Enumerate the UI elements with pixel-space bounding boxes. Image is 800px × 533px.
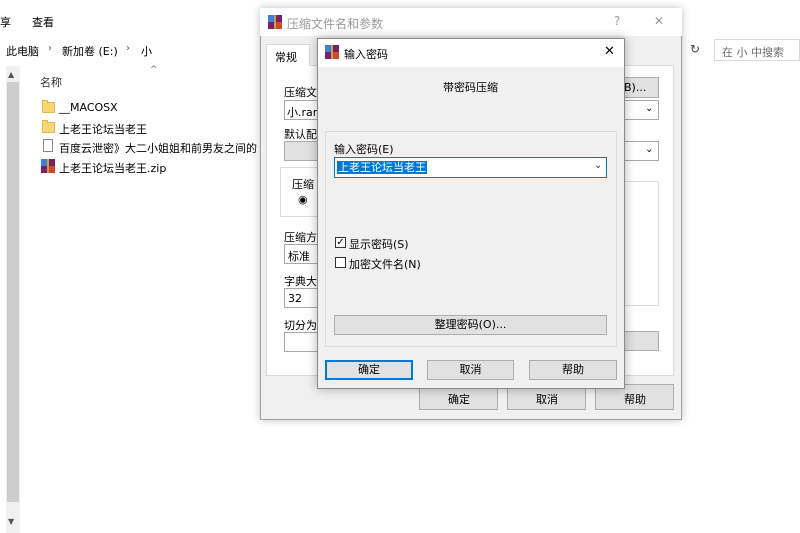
password-close-icon[interactable]: ✕ bbox=[604, 44, 615, 59]
file-name: 百度云泄密》大二小姐姐和前男友之间的 bbox=[59, 142, 257, 155]
password-ok-button[interactable]: 确定 bbox=[325, 360, 413, 380]
password-value: 上老王论坛当老王 bbox=[337, 161, 427, 174]
file-name: 上老王论坛当老王.zip bbox=[59, 162, 167, 175]
list-item[interactable]: __MACOSX bbox=[40, 99, 270, 117]
breadcrumb-chevron-icon: › bbox=[126, 43, 130, 54]
format-groupbox bbox=[280, 167, 318, 217]
file-name: 上老王论坛当老王 bbox=[59, 123, 147, 136]
password-label: 输入密码(E) bbox=[334, 143, 394, 156]
password-heading: 带密码压缩 bbox=[443, 81, 498, 94]
update-mode-dropdown[interactable]: ⌄ bbox=[620, 141, 659, 161]
archive-icon bbox=[41, 159, 55, 173]
scroll-up-icon[interactable]: ▲ bbox=[8, 70, 14, 79]
help-icon[interactable]: ? bbox=[614, 14, 620, 28]
list-item[interactable]: 上老王论坛当老王 bbox=[40, 119, 270, 137]
breadcrumb-drive[interactable]: 新加卷 (E:) bbox=[62, 43, 118, 59]
dictionary-dropdown[interactable]: 32 bbox=[284, 288, 318, 308]
breadcrumb-folder[interactable]: 小 bbox=[141, 43, 152, 59]
chevron-down-icon: ⌄ bbox=[645, 144, 654, 155]
archive-name-value: 小.rar bbox=[287, 106, 318, 119]
password-help-button[interactable]: 帮助 bbox=[529, 360, 617, 380]
file-name: __MACOSX bbox=[59, 101, 118, 114]
close-icon[interactable]: ✕ bbox=[654, 14, 664, 28]
search-placeholder: 在 小 中搜索 bbox=[722, 46, 784, 59]
radio-rar-icon[interactable]: ◉ bbox=[298, 193, 308, 206]
archive-ok-label: 确定 bbox=[448, 393, 470, 406]
sort-up-icon: ^ bbox=[150, 65, 158, 75]
chevron-down-icon[interactable]: ⌄ bbox=[594, 160, 602, 171]
organize-passwords-label: 整理密码(O)... bbox=[434, 318, 507, 331]
encrypt-filenames-checkbox[interactable] bbox=[335, 257, 346, 268]
password-help-label: 帮助 bbox=[562, 363, 584, 376]
folder-icon bbox=[42, 120, 55, 133]
password-cancel-button[interactable]: 取消 bbox=[427, 360, 514, 380]
archive-name-dropdown[interactable]: ⌄ bbox=[620, 100, 659, 120]
dictionary-label: 字典大 bbox=[284, 275, 317, 288]
document-icon bbox=[43, 139, 53, 152]
scrollbar-thumb[interactable] bbox=[7, 82, 19, 502]
method-label: 压缩方 bbox=[284, 231, 317, 244]
chevron-down-icon: ⌄ bbox=[645, 103, 654, 114]
winrar-icon bbox=[268, 15, 282, 29]
password-cancel-label: 取消 bbox=[459, 363, 482, 376]
organize-passwords-button[interactable]: 整理密码(O)... bbox=[334, 315, 607, 335]
dictionary-value: 32 bbox=[288, 292, 302, 305]
show-password-checkbox[interactable]: ✓ bbox=[335, 237, 346, 248]
archive-name-input[interactable]: 小.rar bbox=[284, 100, 318, 120]
format-group-label: 压缩 bbox=[292, 178, 314, 191]
archive-dialog-title: 压缩文件名和参数 bbox=[287, 17, 384, 31]
split-volumes-label: 切分为 bbox=[284, 319, 317, 332]
breadcrumb-chevron-icon: › bbox=[48, 43, 52, 54]
profiles-button[interactable] bbox=[284, 141, 318, 161]
browse-button[interactable]: B)... bbox=[620, 77, 659, 98]
ribbon-tab-view[interactable]: 查看 bbox=[32, 14, 54, 30]
breadcrumb-this-pc[interactable]: 此电脑 bbox=[6, 43, 39, 59]
folder-icon bbox=[42, 100, 55, 113]
encrypt-filenames-label: 加密文件名(N) bbox=[349, 258, 421, 271]
tab-general-label: 常规 bbox=[275, 51, 297, 64]
options-groupbox bbox=[620, 181, 659, 306]
show-password-label: 显示密码(S) bbox=[349, 238, 409, 251]
refresh-icon[interactable]: ↻ bbox=[686, 40, 704, 58]
password-dialog-title: 输入密码 bbox=[344, 48, 388, 61]
archive-name-label: 压缩文 bbox=[284, 86, 317, 99]
checkmark-icon: ✓ bbox=[336, 237, 345, 248]
set-password-button[interactable] bbox=[620, 331, 659, 351]
method-value: 标准 bbox=[288, 250, 310, 263]
archive-help-label: 帮助 bbox=[624, 393, 646, 406]
password-input[interactable]: 上老王论坛当老王 ⌄ bbox=[334, 157, 607, 178]
column-header-name[interactable]: 名称 bbox=[40, 74, 62, 90]
list-item[interactable]: 上老王论坛当老王.zip bbox=[40, 158, 270, 176]
search-input[interactable]: 在 小 中搜索 bbox=[714, 39, 800, 61]
ribbon-tab-share[interactable]: 享 bbox=[0, 14, 11, 30]
password-ok-label: 确定 bbox=[358, 363, 380, 376]
winrar-icon bbox=[325, 45, 339, 59]
scroll-down-icon[interactable]: ▼ bbox=[8, 517, 14, 526]
archive-cancel-label: 取消 bbox=[536, 393, 558, 406]
browse-button-label: B)... bbox=[624, 81, 647, 94]
split-volumes-input[interactable] bbox=[284, 332, 318, 352]
list-item[interactable]: 百度云泄密》大二小姐姐和前男友之间的 bbox=[40, 138, 270, 156]
default-profile-label: 默认配 bbox=[284, 128, 317, 141]
method-dropdown[interactable]: 标准 bbox=[284, 244, 318, 264]
tab-general[interactable]: 常规 bbox=[266, 44, 310, 66]
